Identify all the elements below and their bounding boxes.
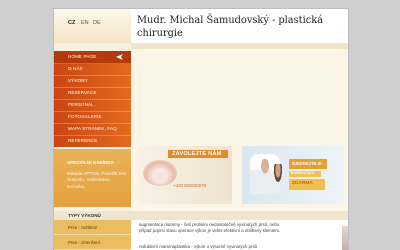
paragraph-reduction: reduktivní mammaplastika - výkon u výraz…: [139, 244, 258, 249]
special-offer-title: SPECIÁLNÍ NABÍDKA: [67, 160, 114, 165]
promo-line-3: ZDARMA: [292, 181, 313, 186]
arrow-left-icon: [116, 54, 123, 60]
types-section-title: TYPY VÝKONŮ: [68, 213, 101, 218]
nav-item-label: O NÁS: [68, 66, 83, 71]
nav-item-label: FOTOGALERIE: [68, 114, 102, 119]
promo-line-2: KONZULTACI: [291, 171, 314, 175]
types-section-header: TYPY VÝKONŮ: [54, 211, 348, 220]
lang-de-link[interactable]: DE: [93, 20, 101, 26]
smile-photo: [143, 160, 177, 186]
page-container: CZ EN DE HOME PAGE O NÁS VÝKONY REZERVAC…: [54, 9, 348, 250]
call-us-label: ZAVOLEJTE NÁM: [168, 150, 228, 158]
promo-line-1: SJEDNEJTE SI: [292, 161, 322, 166]
type-item-label: Prsa - zmenšení: [68, 240, 100, 245]
language-switcher: CZ EN DE: [54, 9, 131, 43]
nav-item-label: REFERENCE: [68, 138, 98, 143]
nav-item-label: HOME PAGE: [68, 54, 97, 59]
type-item-label: Prsa - zvětšení: [68, 225, 98, 230]
phone-number: +420 602630079: [173, 183, 207, 188]
site-title: Mudr. Michal Šamudovský - plastická chir…: [137, 15, 323, 39]
special-offer-text: Metoda APTOS. Faceliftt bez skalpelu. Vi…: [67, 171, 127, 189]
eye-photo[interactable]: [342, 226, 348, 250]
promo-box-2: KONZULTACI: [289, 171, 321, 177]
lang-en-link[interactable]: EN: [81, 20, 89, 26]
nav-item-reference[interactable]: REFERENCE: [54, 135, 131, 148]
consultation-banner[interactable]: SJEDNEJTE SI KONZULTACI ZDARMA: [242, 146, 344, 204]
promo-box-1: SJEDNEJTE SI: [289, 159, 327, 169]
call-us-banner[interactable]: ZAVOLEJTE NÁM +420 602630079: [139, 146, 232, 204]
promo-box-3: ZDARMA: [289, 179, 325, 190]
special-offer-box[interactable]: SPECIÁLNÍ NABÍDKA Metoda APTOS. Facelift…: [54, 149, 131, 207]
call-us-text: ZAVOLEJTE NÁM: [172, 151, 222, 157]
paragraph-augmentation: augmentace mammy - četí problém nedostat…: [139, 222, 281, 233]
types-content: augmentace mammy - četí problém nedostat…: [131, 220, 348, 250]
types-list: Prsa - zvětšení Prsa - zmenšení: [54, 220, 131, 250]
type-item-breast-augmentation[interactable]: Prsa - zvětšení: [54, 220, 131, 235]
nav-item-label: PERSONÁL: [68, 102, 94, 107]
nav-item-label: MAPA STRÁNEK, FAQ: [68, 126, 117, 131]
main-navigation: HOME PAGE O NÁS VÝKONY REZERVACE PERSONÁ…: [54, 51, 131, 148]
type-item-breast-reduction[interactable]: Prsa - zmenšení: [54, 235, 131, 250]
patient-photo: [270, 164, 286, 194]
nav-item-label: REZERVACE: [68, 90, 97, 95]
nav-item-label: VÝKONY: [68, 78, 88, 83]
lang-cz-link[interactable]: CZ: [68, 20, 75, 26]
